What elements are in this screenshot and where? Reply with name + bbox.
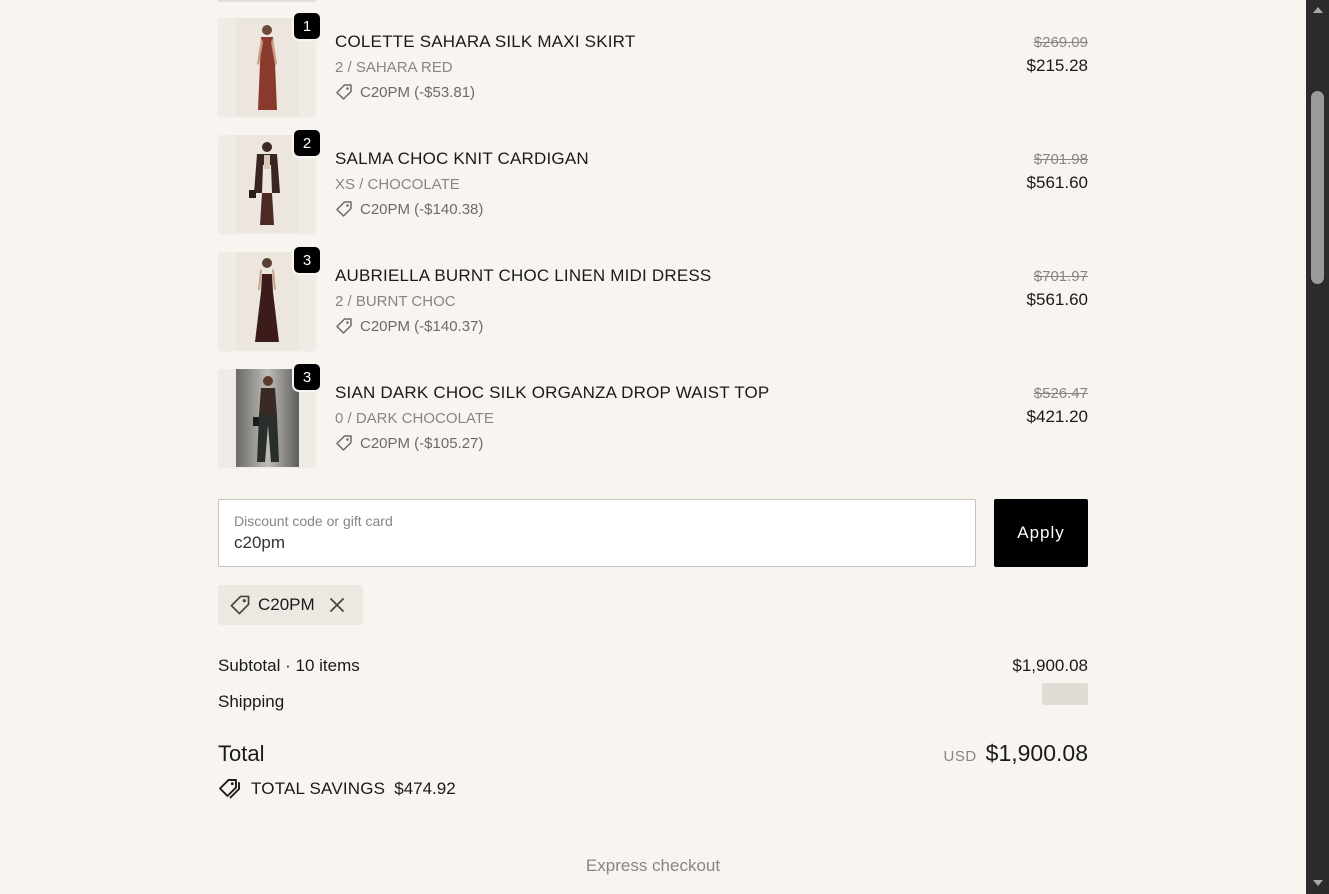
subtotal-label: Subtotal · 10 items (218, 656, 360, 675)
tag-icon (230, 595, 250, 615)
total-value-group: USD $1,900.08 (944, 740, 1089, 767)
discount-code-input[interactable] (234, 533, 934, 553)
original-price: $526.47 (1033, 385, 1088, 402)
discount-code-field[interactable]: Discount code or gift card (218, 499, 976, 567)
product-image (236, 369, 299, 467)
vertical-scrollbar[interactable] (1306, 0, 1329, 894)
tag-icon (336, 435, 352, 451)
applied-discount-chip: C20PM (218, 585, 363, 625)
line-item: 3 AUBRIELLA BURNT CHOC LINEN MIDI DRESS … (218, 245, 1088, 350)
product-name: COLETTE SAHARA SILK MAXI SKIRT (335, 32, 636, 51)
line-item: 3 SIAN DARK CHOC SILK ORGANZA DROP WAIST… (218, 362, 1088, 467)
original-price: $701.98 (1033, 151, 1088, 168)
product-variant: 0 / DARK CHOCOLATE (335, 410, 494, 427)
scroll-down-arrow-icon[interactable] (1313, 880, 1323, 886)
remove-discount-button[interactable] (327, 595, 347, 615)
final-price: $561.60 (1026, 173, 1088, 192)
applied-code-text: C20PM (258, 595, 315, 614)
apply-button[interactable]: Apply (994, 499, 1088, 567)
checkout-order-summary: 1 COLETTE SAHARA SILK MAXI SKIRT 2 / SAH… (0, 0, 1306, 894)
item-discount-text: C20PM (-$140.37) (360, 317, 484, 335)
tag-icon (336, 84, 352, 100)
quantity-badge: 2 (292, 128, 322, 158)
scroll-up-arrow-icon[interactable] (1313, 7, 1323, 13)
quantity-badge: 1 (292, 11, 322, 41)
tags-icon (219, 779, 240, 799)
item-discount-text: C20PM (-$53.81) (360, 83, 476, 101)
product-variant: 2 / BURNT CHOC (335, 293, 456, 310)
subtotal-row: Subtotal · 10 items $1,900.08 (218, 656, 1088, 676)
product-name: SALMA CHOC KNIT CARDIGAN (335, 149, 589, 168)
line-item: 2 SALMA CHOC KNIT CARDIGAN XS / CHOCOLAT… (218, 128, 1088, 233)
total-label: Total (218, 741, 265, 766)
scrollbar-thumb[interactable] (1311, 91, 1324, 284)
item-discount: C20PM (-$53.81) (335, 83, 475, 101)
shipping-row: Shipping (218, 683, 1088, 712)
item-discount: C20PM (-$140.37) (335, 317, 483, 335)
product-image (236, 252, 299, 350)
currency-code: USD (943, 748, 977, 765)
quantity-badge: 3 (292, 245, 322, 275)
total-savings: TOTAL SAVINGS $474.92 (218, 778, 456, 800)
savings-amount: $474.92 (394, 779, 456, 798)
product-image (236, 135, 299, 233)
tag-icon (336, 201, 352, 217)
product-variant: XS / CHOCOLATE (335, 176, 460, 193)
shipping-value-placeholder (1042, 683, 1088, 705)
total-amount: $1,900.08 (985, 740, 1088, 766)
product-name: SIAN DARK CHOC SILK ORGANZA DROP WAIST T… (335, 383, 770, 402)
previous-item-edge (218, 0, 316, 2)
subtotal-value: $1,900.08 (1012, 656, 1088, 675)
final-price: $561.60 (1026, 290, 1088, 309)
shipping-label: Shipping (218, 692, 285, 711)
item-discount-text: C20PM (-$140.38) (360, 200, 484, 218)
product-name: AUBRIELLA BURNT CHOC LINEN MIDI DRESS (335, 266, 712, 285)
item-discount: C20PM (-$140.38) (335, 200, 483, 218)
product-variant: 2 / SAHARA RED (335, 59, 453, 76)
item-discount-text: C20PM (-$105.27) (360, 434, 484, 452)
line-item: 1 COLETTE SAHARA SILK MAXI SKIRT 2 / SAH… (218, 11, 1088, 116)
quantity-badge: 3 (292, 362, 322, 392)
close-icon (329, 598, 344, 612)
original-price: $269.09 (1033, 34, 1088, 51)
final-price: $421.20 (1026, 407, 1088, 426)
final-price: $215.28 (1026, 56, 1088, 75)
discount-code-label: Discount code or gift card (234, 513, 393, 529)
express-checkout-heading: Express checkout (585, 856, 721, 875)
savings-label: TOTAL SAVINGS (251, 779, 386, 798)
original-price: $701.97 (1033, 268, 1088, 285)
tag-icon (336, 318, 352, 334)
product-image (236, 18, 299, 116)
item-discount: C20PM (-$105.27) (335, 434, 483, 452)
